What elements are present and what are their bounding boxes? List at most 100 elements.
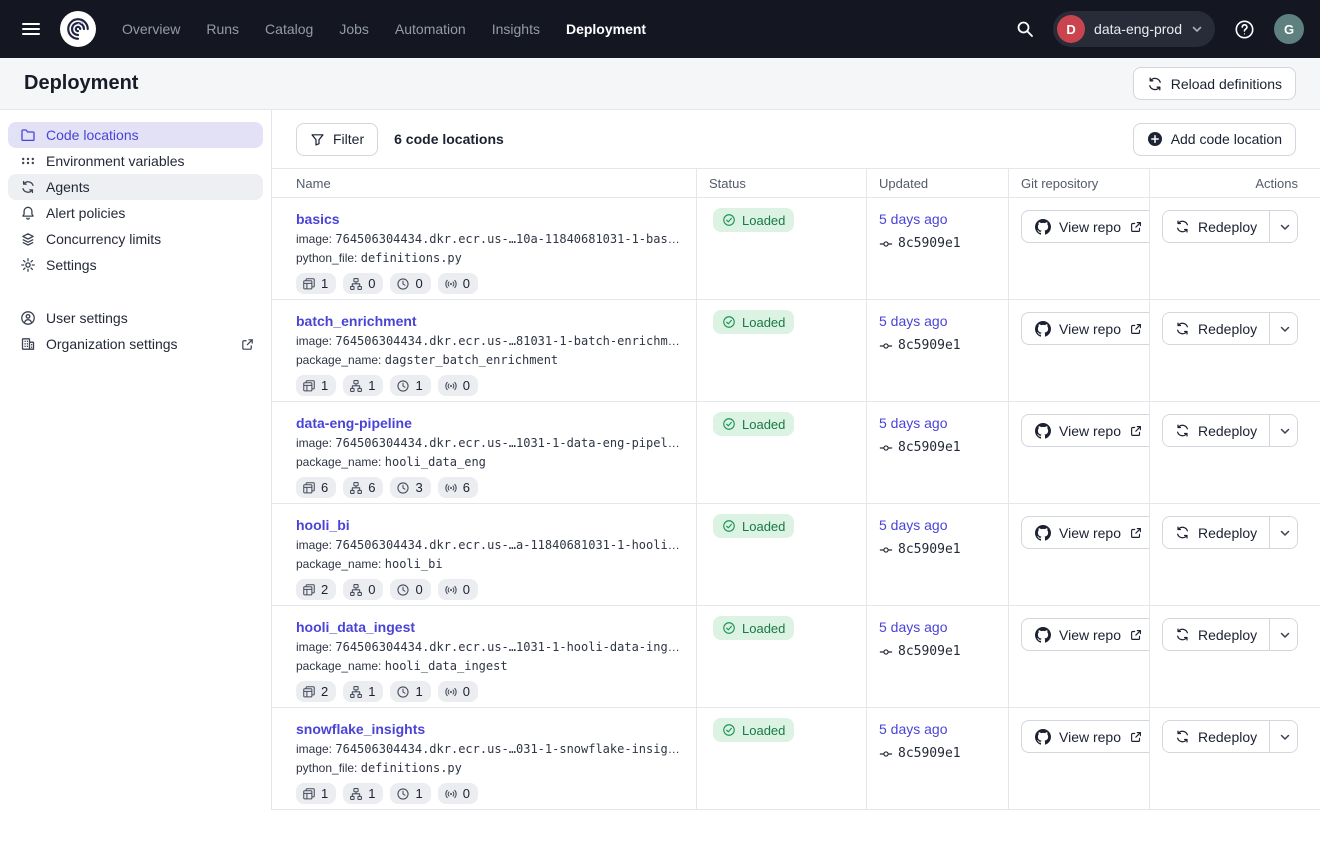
redeploy-menu-button[interactable]: [1269, 415, 1298, 446]
jobs-count: 6: [321, 480, 328, 495]
column-header-git-repository: Git repository: [1009, 169, 1150, 197]
nav-jobs[interactable]: Jobs: [339, 21, 369, 37]
sidebar-item-label: Code locations: [46, 127, 139, 143]
redeploy-menu-button[interactable]: [1269, 721, 1298, 752]
sensors-count-badge: 0: [438, 579, 478, 600]
module-line: package_name: hooli_data_ingest: [296, 659, 684, 673]
schedules-count-badge: 1: [390, 681, 430, 702]
external-link-icon: [1129, 628, 1143, 642]
sidebar-item-label: Settings: [46, 257, 97, 273]
meta-label: package_name:: [296, 455, 381, 469]
nav-automation[interactable]: Automation: [395, 21, 466, 37]
layers-icon: [20, 231, 36, 247]
nav-deployment[interactable]: Deployment: [566, 21, 646, 37]
jobs-count-badge: 1: [296, 375, 336, 396]
funnel-icon: [310, 132, 325, 147]
status-label: Loaded: [742, 213, 785, 228]
schedule-clock-icon: [396, 685, 410, 699]
jobs-count-badge: 1: [296, 273, 336, 294]
commit-row: 8c5909e1: [879, 338, 996, 353]
add-code-location-button[interactable]: Add code location: [1133, 123, 1296, 156]
updated-link[interactable]: 5 days ago: [879, 211, 948, 227]
jobs-icon: [302, 583, 316, 597]
redeploy-button[interactable]: Redeploy: [1163, 517, 1269, 548]
reload-icon: [1147, 76, 1163, 92]
code-location-link[interactable]: batch_enrichment: [296, 313, 417, 329]
redeploy-menu-button[interactable]: [1269, 517, 1298, 548]
sidebar-item-agents[interactable]: Agents: [8, 174, 263, 200]
sidebar-item-environment-variables[interactable]: Environment variables: [8, 148, 263, 174]
redeploy-menu-button[interactable]: [1269, 619, 1298, 650]
status-cell: Loaded: [697, 606, 867, 707]
sidebar-item-alert-policies[interactable]: Alert policies: [8, 200, 263, 226]
view-repo-button[interactable]: View repo: [1021, 312, 1150, 345]
nav-runs[interactable]: Runs: [206, 21, 239, 37]
github-icon: [1035, 729, 1051, 745]
jobs-icon: [302, 787, 316, 801]
asset-graph-count: 6: [368, 480, 375, 495]
meta-label: package_name:: [296, 557, 381, 571]
code-location-link[interactable]: data-eng-pipeline: [296, 415, 412, 431]
code-location-link[interactable]: hooli_data_ingest: [296, 619, 415, 635]
redeploy-button[interactable]: Redeploy: [1163, 313, 1269, 344]
updated-link[interactable]: 5 days ago: [879, 313, 948, 329]
table-row: data-eng-pipeline image: 764506304434.dk…: [272, 402, 1320, 504]
redeploy-menu-button[interactable]: [1269, 313, 1298, 344]
asset-graph-count: 0: [368, 276, 375, 291]
redeploy-button[interactable]: Redeploy: [1163, 415, 1269, 446]
updated-link[interactable]: 5 days ago: [879, 415, 948, 431]
view-repo-button[interactable]: View repo: [1021, 720, 1150, 753]
jobs-count-badge: 2: [296, 579, 336, 600]
image-line: image: 764506304434.dkr.ecr.us-…1031-1-h…: [296, 640, 684, 654]
sidebar-item-organization-settings[interactable]: Organization settings: [8, 331, 263, 357]
toolbar: Filter 6 code locations Add code locatio…: [272, 110, 1320, 168]
updated-link[interactable]: 5 days ago: [879, 721, 948, 737]
nav-overview[interactable]: Overview: [122, 21, 180, 37]
status-badge: Loaded: [713, 718, 794, 742]
sidebar-item-concurrency-limits[interactable]: Concurrency limits: [8, 226, 263, 252]
redeploy-menu-button[interactable]: [1269, 211, 1298, 242]
updated-link[interactable]: 5 days ago: [879, 517, 948, 533]
search-button[interactable]: [1011, 15, 1039, 43]
actions-cell: Redeploy: [1150, 198, 1320, 299]
sidebar-item-settings[interactable]: Settings: [8, 252, 263, 278]
nav-insights[interactable]: Insights: [492, 21, 540, 37]
redeploy-button[interactable]: Redeploy: [1163, 721, 1269, 752]
chevron-down-icon: [1279, 629, 1291, 641]
sidebar-item-label: Agents: [46, 179, 90, 195]
deployment-switcher[interactable]: D data-eng-prod: [1053, 11, 1215, 47]
view-repo-button[interactable]: View repo: [1021, 414, 1150, 447]
organization-icon: [20, 336, 36, 352]
filter-button[interactable]: Filter: [296, 123, 378, 156]
dagster-logo[interactable]: [60, 11, 96, 47]
redeploy-split-button: Redeploy: [1162, 414, 1298, 447]
code-location-link[interactable]: basics: [296, 211, 340, 227]
redeploy-refresh-icon: [1175, 321, 1190, 336]
schedule-clock-icon: [396, 787, 410, 801]
commit-hash: 8c5909e1: [898, 746, 961, 761]
reload-definitions-button[interactable]: Reload definitions: [1133, 67, 1296, 100]
deployment-initial-badge: D: [1057, 15, 1085, 43]
commit-icon: [879, 441, 893, 455]
redeploy-button[interactable]: Redeploy: [1163, 211, 1269, 242]
updated-link[interactable]: 5 days ago: [879, 619, 948, 635]
code-location-link[interactable]: hooli_bi: [296, 517, 350, 533]
sidebar-item-code-locations[interactable]: Code locations: [8, 122, 263, 148]
user-avatar[interactable]: G: [1274, 14, 1304, 44]
nav-catalog[interactable]: Catalog: [265, 21, 313, 37]
view-repo-button[interactable]: View repo: [1021, 516, 1150, 549]
view-repo-button[interactable]: View repo: [1021, 618, 1150, 651]
view-repo-button[interactable]: View repo: [1021, 210, 1150, 243]
commit-icon: [879, 339, 893, 353]
code-location-link[interactable]: snowflake_insights: [296, 721, 425, 737]
schedule-clock-icon: [396, 481, 410, 495]
view-repo-label: View repo: [1059, 219, 1121, 235]
sidebar-item-user-settings[interactable]: User settings: [8, 305, 263, 331]
help-button[interactable]: [1229, 14, 1260, 45]
jobs-icon: [302, 481, 316, 495]
updated-cell: 5 days ago 8c5909e1: [867, 606, 1009, 707]
commit-hash: 8c5909e1: [898, 440, 961, 455]
redeploy-button[interactable]: Redeploy: [1163, 619, 1269, 650]
settings-sidebar: Code locations Environment variables Age…: [0, 110, 272, 810]
menu-button[interactable]: [16, 14, 46, 44]
